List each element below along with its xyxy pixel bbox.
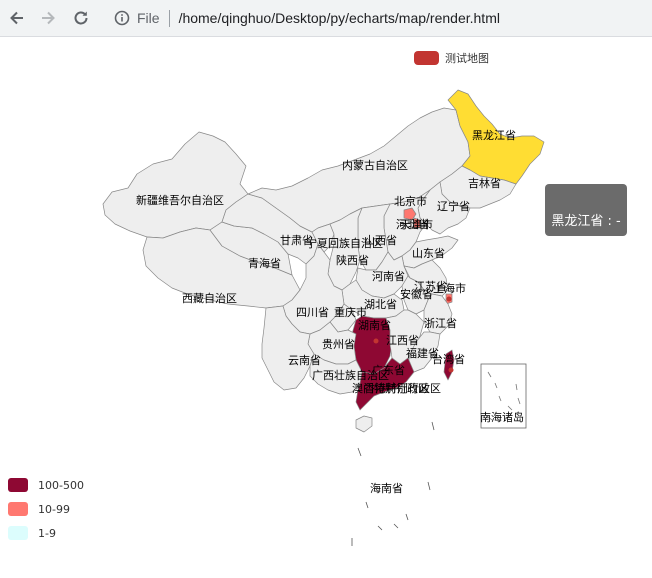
label-hunan: 湖南省 [358,319,391,332]
label-hebei: 河北省 [396,218,429,231]
visualmap-swatch [8,478,28,492]
label-shaanxi: 陕西省 [336,253,369,267]
chart-page: 测试地图 黑龙江省 内蒙古自治区 吉林省 辽宁省 新疆维吾尔自治区 北京市 天津… [0,38,652,578]
visualmap-swatch [8,526,28,540]
region-hainan[interactable] [355,415,373,433]
label-xinjiang: 新疆维吾尔自治区 [136,193,224,207]
label-shanxi: 山西省 [364,234,397,247]
label-chongqing: 重庆市 [334,305,367,319]
map-tooltip: 黑龙江省 : - [545,184,627,236]
point-shanghai [446,296,452,302]
point-taiwan [448,367,454,373]
label-shanghai: 上海市 [433,281,466,295]
label-shandong: 山东省 [412,247,445,260]
arrow-right-icon [42,11,55,25]
label-yunnan: 云南省 [288,354,321,367]
label-qinghai: 青海省 [248,256,281,270]
label-zhejiang: 浙江省 [424,317,457,330]
file-scheme-label: File [137,10,160,26]
visualmap-label: 10-99 [38,502,70,516]
china-map[interactable]: 黑龙江省 内蒙古自治区 吉林省 辽宁省 新疆维吾尔自治区 北京市 天津市 河北省… [0,38,652,578]
omnibox-divider [168,9,170,27]
address-bar[interactable]: File /home/qinghuo/Desktop/py/echarts/ma… [103,4,648,32]
visualmap-item-low[interactable]: 1-9 [8,526,56,540]
label-macau: 澳门特别行政区 [352,381,429,395]
label-jilin: 吉林省 [468,176,501,190]
point-hunan [373,338,379,344]
arrow-left-icon [10,11,23,25]
label-hubei: 湖北省 [364,298,397,311]
info-icon[interactable] [113,10,130,27]
forward-button[interactable] [37,7,59,29]
back-button[interactable] [6,7,28,29]
browser-toolbar: File /home/qinghuo/Desktop/py/echarts/ma… [0,0,652,37]
reload-button[interactable] [70,7,92,29]
label-guizhou: 贵州省 [322,338,355,351]
label-henan: 河南省 [372,270,405,283]
visualmap-label: 1-9 [38,526,56,540]
visualmap-item-mid[interactable]: 10-99 [8,502,70,516]
label-jiangxi: 江西省 [386,334,419,347]
visualmap-item-high[interactable]: 100-500 [8,478,84,492]
label-sichuan: 四川省 [296,306,329,319]
label-neimenggu: 内蒙古自治区 [342,158,408,172]
label-nanhai: 南海诸岛 [480,410,524,424]
label-beijing: 北京市 [394,194,427,208]
label-xizang: 西藏自治区 [182,291,237,305]
label-hainan: 海南省 [370,481,403,495]
visualmap-label: 100-500 [38,478,84,492]
label-anhui: 安徽省 [400,287,433,301]
label-guangdong: 广东省 [372,364,405,377]
label-heilongjiang: 黑龙江省 [472,129,516,142]
label-taiwan: 台湾省 [432,352,465,366]
url-text[interactable]: /home/qinghuo/Desktop/py/echarts/map/ren… [179,10,500,26]
reload-icon [74,11,88,25]
visualmap-swatch [8,502,28,516]
label-liaoning: 辽宁省 [437,199,470,213]
